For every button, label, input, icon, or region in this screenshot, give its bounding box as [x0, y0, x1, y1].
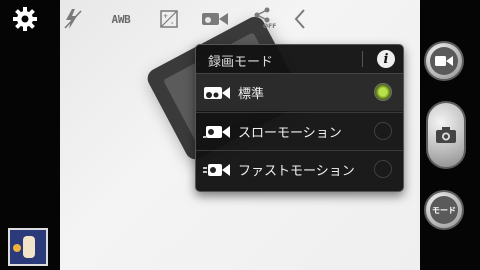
exposure-icon: + - — [160, 10, 178, 28]
info-icon: i — [383, 51, 389, 67]
left-panel — [0, 0, 60, 270]
flash-off-icon — [64, 9, 82, 29]
flash-button[interactable] — [62, 4, 84, 34]
thumbnail-image-figure — [23, 236, 35, 258]
awb-label: AWB — [111, 12, 131, 26]
share-shot-button[interactable]: OFF — [250, 4, 278, 34]
recording-mode-button[interactable] — [200, 4, 230, 34]
video-fast-icon — [203, 164, 230, 176]
gallery-thumbnail[interactable] — [8, 228, 48, 266]
option-radio[interactable] — [374, 122, 392, 140]
exposure-button[interactable]: + - — [158, 4, 180, 34]
top-toolbar: AWB + - OFF — [60, 0, 420, 38]
svg-text:-: - — [171, 20, 174, 27]
mode-label: モード — [432, 205, 456, 215]
share-off-label: OFF — [263, 23, 277, 30]
info-button[interactable]: i — [377, 50, 395, 68]
white-balance-button[interactable]: AWB — [106, 4, 136, 34]
video-camera-icon — [435, 56, 453, 66]
option-slow-motion[interactable]: スローモーション — [196, 112, 403, 150]
right-control-panel: モード — [420, 0, 480, 270]
option-label: スローモーション — [238, 126, 342, 141]
option-radio-selected[interactable] — [374, 83, 392, 101]
recording-mode-popup: 録画モード i 標準 スローモーション ファストモーション — [195, 44, 404, 192]
gear-icon — [13, 7, 37, 31]
camera-icon — [436, 127, 456, 143]
option-normal[interactable]: 標準 — [196, 74, 403, 111]
chevron-left-icon — [294, 9, 305, 29]
thumbnail-image-ball — [13, 244, 21, 252]
option-fast-motion[interactable]: ファストモーション — [196, 150, 403, 188]
popup-header: 録画モード i — [196, 45, 403, 74]
popup-title: 録画モード — [208, 55, 274, 70]
mode-button[interactable]: モード — [424, 190, 464, 230]
shutter-button[interactable] — [426, 101, 466, 169]
option-label: 標準 — [238, 87, 265, 102]
video-normal-icon — [204, 87, 230, 99]
option-radio[interactable] — [374, 160, 392, 178]
record-video-button[interactable] — [424, 41, 464, 81]
collapse-toolbar-button[interactable] — [292, 4, 308, 34]
video-mode-icon — [202, 13, 228, 25]
svg-text:+: + — [163, 13, 168, 20]
video-slow-icon — [203, 126, 230, 138]
settings-button[interactable] — [10, 4, 40, 34]
option-label: ファストモーション — [238, 164, 355, 179]
